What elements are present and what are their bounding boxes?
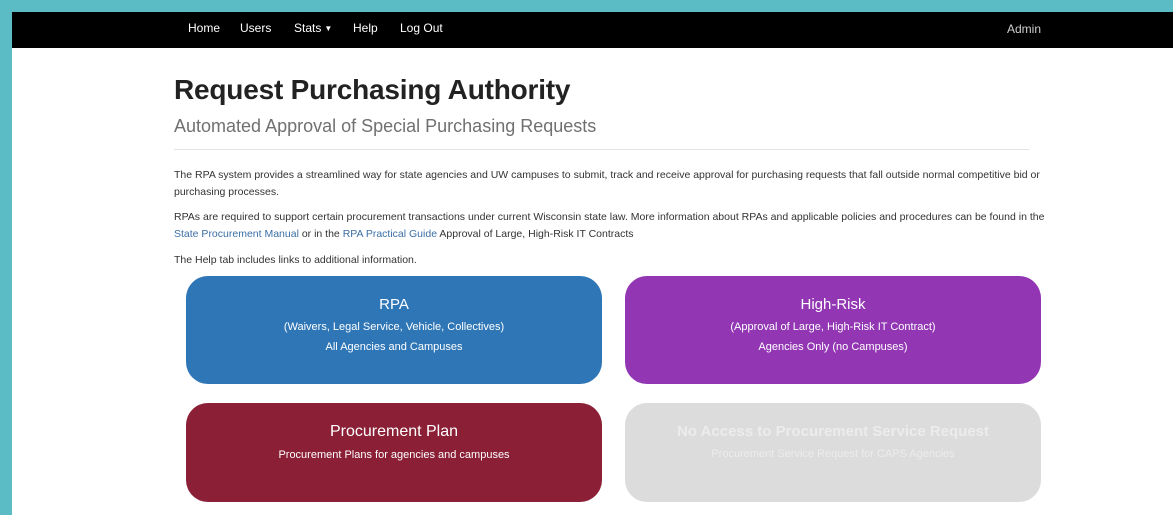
intro-text-c: Approval of Large, High-Risk IT Contract… [437, 228, 634, 240]
procurement-plan-card-description: Procurement Plans for agencies and campu… [278, 449, 510, 461]
high-risk-card-scope: Agencies Only (no Campuses) [758, 341, 908, 353]
nav-help[interactable]: Help [353, 21, 378, 35]
browser-page: Home Users Stats ▼ Help Log Out Admin Req… [12, 12, 1173, 515]
high-risk-card-description: (Approval of Large, High-Risk IT Contrac… [730, 321, 936, 333]
header-divider [174, 149, 1029, 150]
high-risk-card-title: High-Risk [800, 296, 866, 313]
nav-users[interactable]: Users [240, 21, 271, 35]
rpa-card-description: (Waivers, Legal Service, Vehicle, Collec… [283, 321, 505, 333]
user-menu[interactable]: Admin [1007, 22, 1041, 36]
state-procurement-manual-link[interactable]: State Procurement Manual [174, 228, 299, 240]
nav-logout[interactable]: Log Out [400, 21, 443, 35]
procurement-service-request-card-disabled: No Access to Procurement Service Request… [625, 403, 1041, 502]
intro-text-b: or in the [298, 228, 343, 240]
rpa-card-title: RPA [379, 296, 409, 313]
rpa-practical-guide-link[interactable]: RPA Practical Guide [343, 228, 437, 240]
rpa-card-button[interactable]: RPA (Waivers, Legal Service, Vehicle, Co… [186, 276, 602, 384]
high-risk-card-button[interactable]: High-Risk (Approval of Large, High-Risk … [625, 276, 1041, 384]
psr-card-description: Procurement Service Request for CAPS Age… [711, 448, 955, 460]
psr-card-title: No Access to Procurement Service Request [676, 423, 990, 440]
nav-stats-label: Stats [294, 21, 322, 35]
page-title: Request Purchasing Authority [174, 74, 571, 105]
top-navbar: Home Users Stats ▼ Help Log Out Admin [12, 12, 1173, 48]
page-subtitle: Automated Approval of Special Purchasing… [174, 116, 597, 136]
procurement-plan-card-title: Procurement Plan [329, 423, 459, 440]
caret-down-icon: ▼ [324, 24, 333, 33]
intro-paragraph-3: The Help tab includes links to additiona… [174, 254, 417, 266]
procurement-plan-card-button[interactable]: Procurement Plan Procurement Plans for a… [186, 403, 602, 502]
intro-paragraph-2: RPAs are required to support certain pro… [174, 209, 1054, 243]
nav-stats[interactable]: Stats ▼ [294, 21, 332, 35]
nav-home[interactable]: Home [188, 21, 220, 35]
intro-text-a: RPAs are required to support certain pro… [174, 211, 1045, 223]
rpa-card-scope: All Agencies and Campuses [325, 341, 463, 353]
intro-paragraph-1: The RPA system provides a streamlined wa… [174, 169, 1040, 198]
